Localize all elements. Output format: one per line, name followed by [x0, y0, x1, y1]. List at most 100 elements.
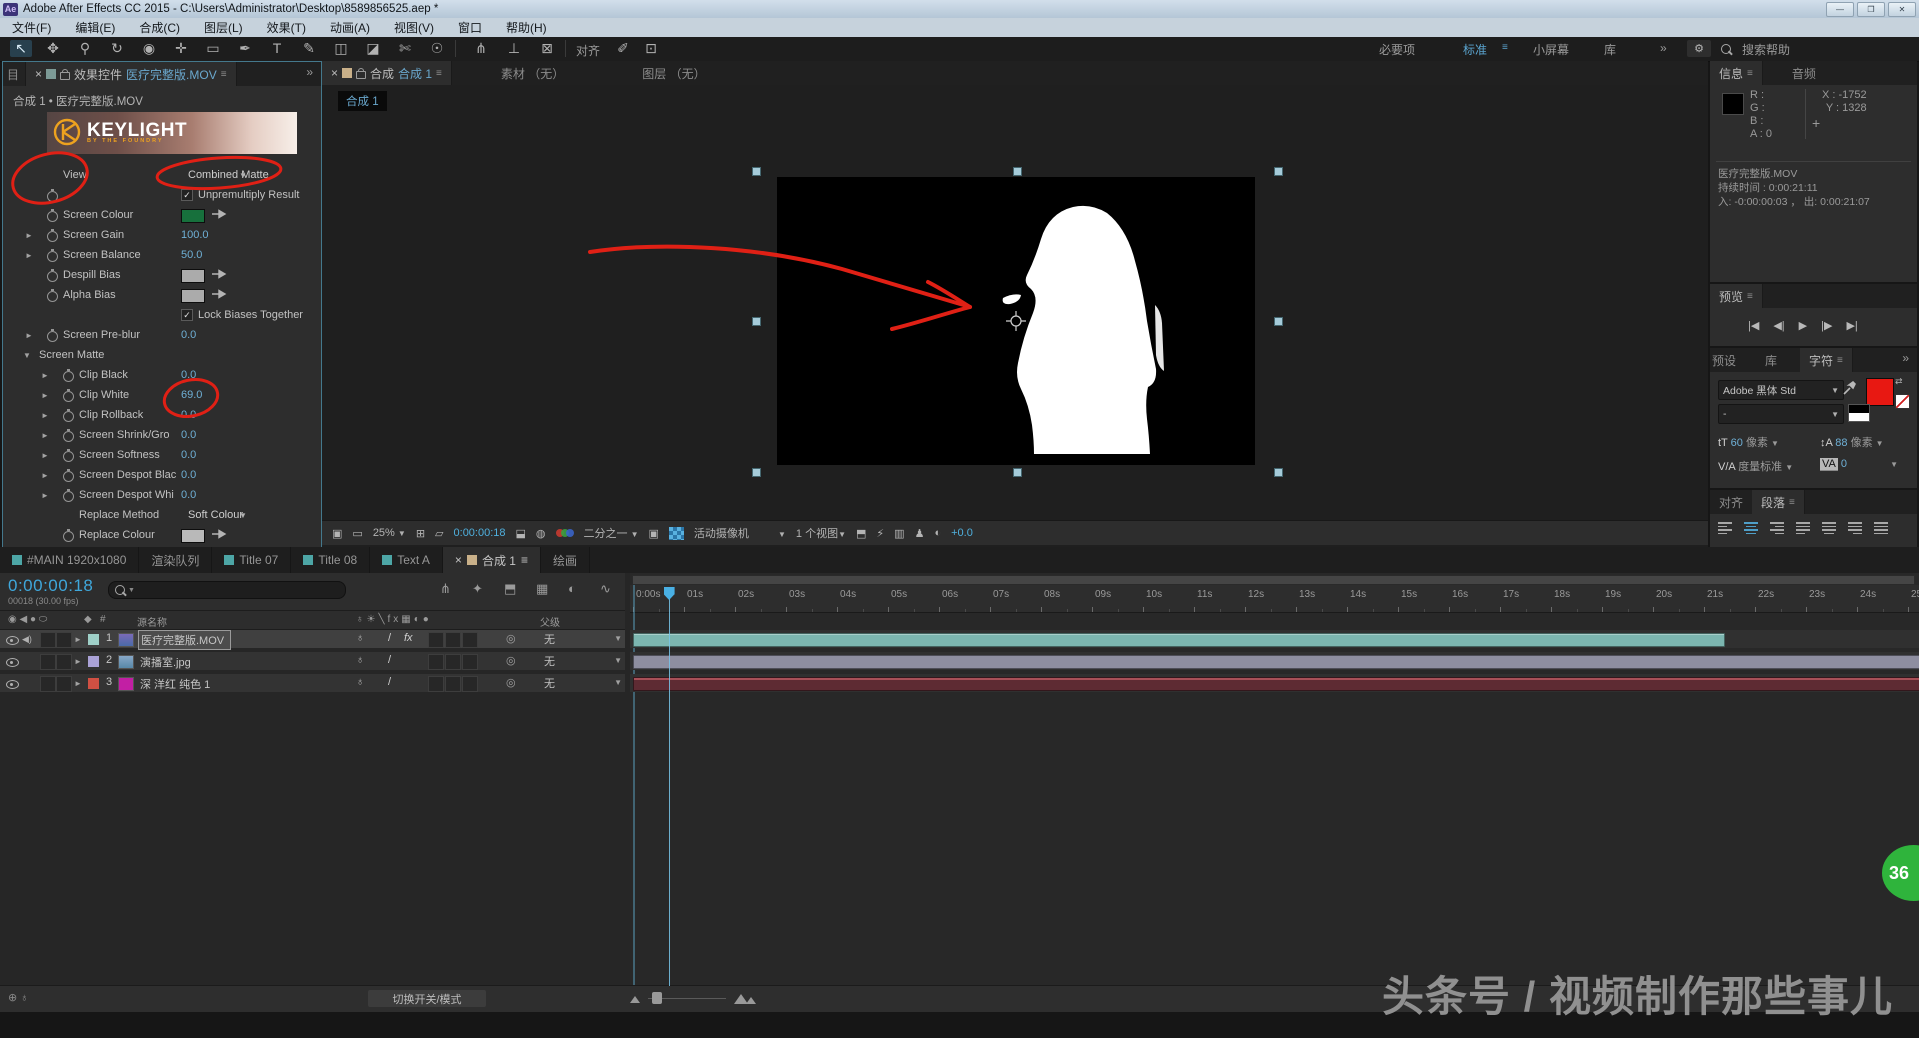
timeline-tab-4[interactable]: Text A	[370, 547, 443, 573]
snapshot-icon[interactable]: ⬓	[516, 527, 526, 540]
expand-icons[interactable]: ⊕ ♁	[8, 991, 29, 1004]
param-checkbox[interactable]: ✓Lock Biases Together	[181, 309, 303, 321]
draft-switch-icon[interactable]: /	[388, 676, 391, 688]
fx-switch-icon[interactable]: fx	[404, 632, 413, 644]
font-size-field[interactable]: tT 60 像素 ▼	[1718, 434, 1779, 450]
axis-mode-icon-1[interactable]: ⊥	[503, 40, 525, 57]
workspace-tab-small-screen[interactable]: 小屏幕	[1533, 41, 1569, 58]
timeline-tab-6[interactable]: 绘画	[541, 547, 590, 573]
tool-icon-3[interactable]: ↻	[106, 40, 128, 57]
dropdown-caret-icon[interactable]: ▼	[614, 634, 622, 643]
handle-top-right[interactable]	[1274, 167, 1283, 176]
checkbox-icon[interactable]: ✓	[181, 309, 193, 321]
pickwhip-icon[interactable]: ◎	[506, 654, 516, 667]
align-right-icon[interactable]	[1770, 521, 1784, 535]
panel-menu-icon[interactable]: ≡	[436, 68, 442, 79]
fill-color-swatch[interactable]	[1866, 378, 1894, 406]
track-lane-2[interactable]	[630, 674, 1919, 692]
tab-effect-controls[interactable]: × 效果控件 医疗完整版.MOV ≡	[26, 62, 237, 86]
solo-cell[interactable]	[40, 676, 56, 692]
eyedropper-icon[interactable]	[211, 529, 227, 539]
tool-icon-10[interactable]: ◫	[330, 40, 352, 57]
parent-select[interactable]: 无▼	[540, 675, 626, 690]
exposure-reset-icon[interactable]: ◐	[934, 527, 941, 539]
transport-button-4[interactable]: ▶|	[1846, 319, 1857, 332]
param-group-label[interactable]: Screen Matte	[39, 349, 104, 361]
menu-item-5[interactable]: 动画(A)	[318, 19, 382, 36]
stopwatch-icon[interactable]	[63, 411, 74, 422]
maximize-button[interactable]: ❐	[1857, 2, 1885, 17]
leading-field[interactable]: ↕A 88 像素 ▼	[1820, 434, 1884, 450]
current-time-display[interactable]: 0:00:00:18	[8, 576, 93, 596]
region-of-interest-icon[interactable]: ▣	[649, 527, 659, 540]
lock-cell[interactable]	[56, 676, 72, 692]
lock-icon[interactable]	[60, 72, 70, 80]
workspace-menu-icon[interactable]: ≡	[1502, 42, 1508, 53]
param-expand-icon[interactable]: ►	[41, 411, 49, 420]
draft-switch-icon[interactable]: /	[388, 632, 391, 644]
timeline-tab-0[interactable]: #MAIN 1920x1080	[0, 547, 139, 573]
tab-info[interactable]: 信息≡	[1710, 61, 1763, 85]
param-value[interactable]: 0.0	[181, 329, 196, 341]
quality-switch-icon[interactable]: ♁	[356, 676, 364, 688]
align-jl-icon[interactable]	[1796, 521, 1810, 535]
tab-close-icon[interactable]: ×	[35, 67, 42, 81]
tab-overflow-icon[interactable]: »	[1894, 348, 1917, 372]
layer-name[interactable]: 医疗完整版.MOV	[138, 630, 231, 650]
stopwatch-icon[interactable]	[63, 371, 74, 382]
stopwatch-icon[interactable]	[47, 251, 58, 262]
frame-blend-icon[interactable]: ▦	[536, 581, 548, 597]
param-color-swatch[interactable]	[181, 269, 205, 283]
param-expand-icon[interactable]: ►	[41, 371, 49, 380]
shy-layers-icon[interactable]: ⬒	[504, 581, 516, 597]
anchor-point-icon[interactable]	[1006, 311, 1026, 331]
track-lane-0[interactable]	[630, 630, 1919, 648]
stopwatch-icon[interactable]	[47, 271, 58, 282]
extra-tool-icon-1[interactable]: ⊡	[640, 40, 662, 57]
stopwatch-icon[interactable]	[47, 211, 58, 222]
tab-layer[interactable]: 图层 （无）	[633, 61, 714, 85]
panel-menu-icon[interactable]: ≡	[1789, 497, 1795, 508]
minimize-button[interactable]: —	[1826, 2, 1854, 17]
transparency-grid-icon[interactable]	[669, 527, 684, 540]
switch-cell[interactable]	[428, 676, 444, 692]
timeline-graph-icon[interactable]: ▥	[894, 527, 904, 540]
no-stroke-swatch[interactable]	[1895, 394, 1910, 409]
pickwhip-icon[interactable]: ◎	[506, 676, 516, 689]
layer-duration-bar-1[interactable]	[633, 655, 1919, 669]
search-icon[interactable]	[1721, 43, 1731, 57]
layer-duration-bar-0[interactable]	[633, 633, 1725, 647]
show-snapshot-icon[interactable]: ◍	[536, 527, 546, 540]
layer-label-color[interactable]	[88, 634, 99, 645]
param-value[interactable]: 100.0	[181, 229, 209, 241]
view-layout-select[interactable]: 1 个视图▼	[796, 525, 846, 541]
layer-expand-icon[interactable]: ►	[74, 679, 82, 688]
eyedropper-icon[interactable]	[211, 209, 227, 219]
font-style-select[interactable]: -▼	[1718, 404, 1844, 424]
switch-cell[interactable]	[445, 632, 461, 648]
param-expand-icon[interactable]: ►	[25, 231, 33, 240]
tab-para-0[interactable]: 对齐	[1710, 490, 1752, 514]
active-camera-select[interactable]: 活动摄像机 ▼	[694, 525, 786, 541]
quality-switch-icon[interactable]: ♁	[356, 654, 364, 666]
param-value[interactable]: 50.0	[181, 249, 202, 261]
menu-item-7[interactable]: 窗口	[446, 19, 494, 36]
draft-3d-icon[interactable]: ✦	[472, 581, 483, 597]
tab-audio[interactable]: 音频	[1783, 61, 1825, 85]
stopwatch-icon[interactable]	[47, 231, 58, 242]
pickwhip-icon[interactable]: ◎	[506, 632, 516, 645]
extra-tool-icon-0[interactable]: ✐	[612, 40, 634, 57]
flowchart-icon[interactable]: ♟	[915, 527, 925, 540]
param-checkbox[interactable]: ✓Unpremultiply Result	[181, 189, 299, 201]
graph-editor-icon[interactable]: ∿	[600, 581, 611, 597]
param-expand-icon[interactable]: ►	[41, 471, 49, 480]
param-value[interactable]: 0.0	[181, 409, 196, 421]
tool-icon-1[interactable]: ✥	[42, 40, 64, 57]
lock-cell[interactable]	[56, 654, 72, 670]
switch-cell[interactable]	[428, 654, 444, 670]
pixel-aspect-icon[interactable]: ⬒	[856, 527, 866, 540]
eyedropper-icon[interactable]	[211, 289, 227, 299]
dropdown-caret-icon[interactable]: ▼	[614, 678, 622, 687]
menu-item-6[interactable]: 视图(V)	[382, 19, 446, 36]
checkbox-icon[interactable]: ✓	[181, 189, 193, 201]
